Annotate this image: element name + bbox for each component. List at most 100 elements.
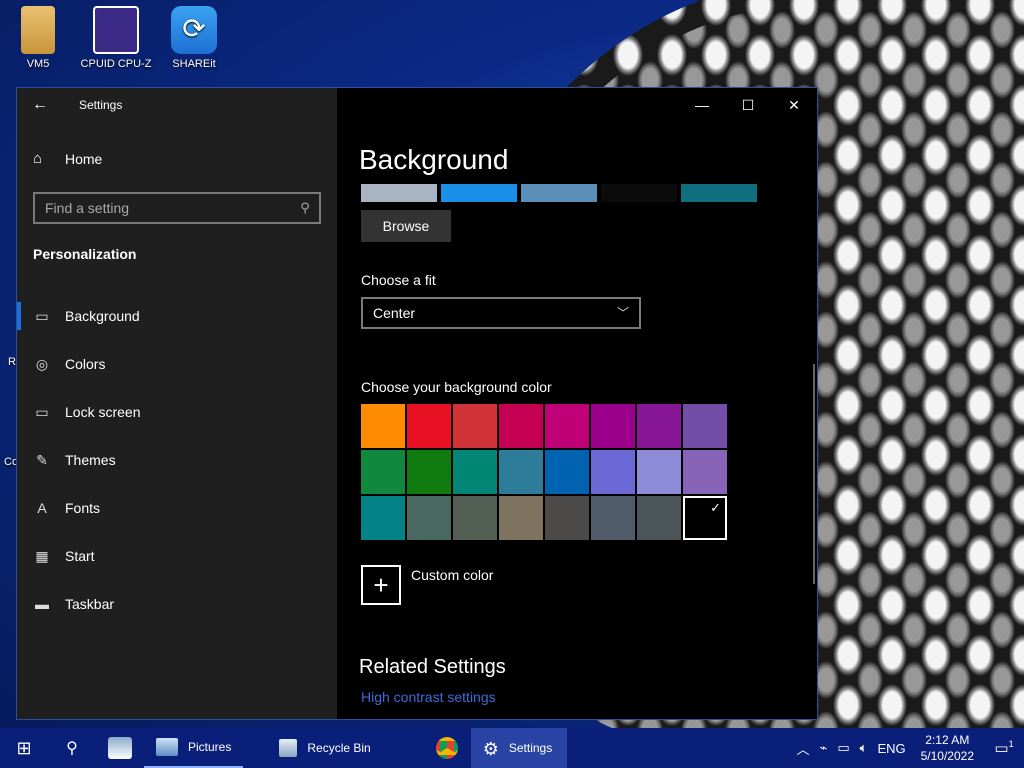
close-button[interactable]: ✕ [771, 88, 817, 122]
home-icon: ⌂ [33, 150, 43, 167]
color-swatch[interactable] [545, 450, 589, 494]
language-indicator[interactable]: ENG [872, 741, 910, 756]
scrollbar[interactable] [813, 364, 815, 584]
themes-icon: ✎ [36, 451, 48, 468]
color-swatch[interactable]: ✓ [683, 496, 727, 540]
color-swatch[interactable] [407, 404, 451, 448]
color-swatch[interactable] [545, 404, 589, 448]
sidebar-item-label: Taskbar [65, 596, 115, 612]
recent-image-thumbnail[interactable] [601, 184, 677, 202]
cpuz-icon [93, 6, 139, 54]
nav-home[interactable]: ⌂ Home [33, 150, 102, 167]
color-swatch[interactable] [591, 404, 635, 448]
fit-value: Center [373, 305, 416, 321]
shareit-icon [171, 6, 217, 54]
fit-dropdown[interactable]: Center ﹀ [361, 297, 641, 329]
notification-count: 1 [1008, 739, 1014, 749]
battery-icon[interactable]: ▭ [832, 740, 854, 756]
color-swatch[interactable] [453, 404, 497, 448]
taskbar-icon: ▬ [35, 596, 49, 612]
sidebar-item-colors[interactable]: ◎ Colors [17, 340, 337, 388]
page-title: Background [359, 144, 509, 175]
color-swatch[interactable] [637, 496, 681, 540]
desktop-icon-vm5[interactable]: VM5 [2, 6, 74, 70]
clock-date: 5/10/2022 [920, 749, 974, 763]
app-icon [108, 737, 132, 759]
taskbar-app-chrome[interactable] [423, 728, 471, 768]
color-swatch[interactable] [407, 450, 451, 494]
network-icon[interactable]: ⌁ [815, 740, 833, 756]
color-swatch[interactable] [407, 496, 451, 540]
color-swatch[interactable] [591, 496, 635, 540]
sidebar-item-label: Colors [65, 356, 106, 372]
chevron-down-icon: ﹀ [616, 306, 629, 320]
recent-image-thumbnail[interactable] [681, 184, 757, 202]
search-input[interactable] [35, 200, 291, 216]
color-swatch[interactable] [591, 450, 635, 494]
taskbar-pinned-app[interactable] [96, 728, 144, 768]
taskbar-app-settings[interactable]: ⚙ Settings [470, 728, 567, 768]
recent-image-thumbnail[interactable] [521, 184, 597, 202]
color-swatch[interactable] [545, 496, 589, 540]
fit-label: Choose a fit [361, 272, 436, 288]
color-swatch[interactable] [637, 450, 681, 494]
desktop-icon-cpuz[interactable]: CPUID CPU-Z [80, 6, 152, 70]
recent-image-thumbnail[interactable] [441, 184, 517, 202]
recent-image-thumbnail[interactable] [361, 184, 437, 202]
search-icon[interactable]: ⚲ [291, 200, 319, 216]
taskbar-app-pictures[interactable]: Pictures [144, 728, 244, 768]
taskbar-app-label: Pictures [188, 740, 232, 754]
color-swatch[interactable] [683, 404, 727, 448]
sidebar-item-start[interactable]: ▦ Start [17, 532, 337, 580]
color-swatch[interactable] [499, 450, 543, 494]
browse-button[interactable]: Browse [361, 210, 451, 242]
volume-icon[interactable]: 🔈︎ [855, 740, 873, 756]
color-swatch[interactable] [361, 404, 405, 448]
taskbar-search-button[interactable]: ⚲ [48, 728, 96, 768]
nav-home-label: Home [65, 150, 103, 167]
settings-content: — ☐ ✕ Background Browse Choose a fit Cen… [337, 88, 817, 719]
notification-center-button[interactable]: ▭1 [984, 739, 1024, 757]
arrow-left-icon: ← [32, 96, 48, 113]
system-tray: ︿ ⌁ ▭ 🔈︎ ENG 2:12 AM 5/10/2022 ▭1 [791, 728, 1024, 768]
clock[interactable]: 2:12 AM 5/10/2022 [911, 732, 984, 764]
gear-icon: ⚙ [482, 739, 499, 759]
recycle-bin-icon [279, 739, 298, 757]
sidebar-item-lock-screen[interactable]: ▭ Lock screen [17, 388, 337, 436]
color-swatch[interactable] [453, 450, 497, 494]
back-button[interactable]: ← [17, 88, 63, 122]
minimize-button[interactable]: — [679, 88, 725, 122]
search-icon: ⚲ [66, 740, 78, 757]
settings-window: ← Settings ⌂ Home ⚲ Personalization ▭ Bac… [16, 87, 818, 720]
chrome-icon [435, 737, 458, 759]
related-settings-title: Related Settings [359, 656, 506, 678]
start-button[interactable]: ⊞ [0, 728, 48, 768]
palette-icon: ◎ [35, 355, 49, 372]
color-swatch[interactable] [361, 450, 405, 494]
start-icon: ▦ [35, 547, 49, 564]
pictures-icon [156, 738, 178, 756]
color-swatch[interactable] [637, 404, 681, 448]
custom-color-button[interactable]: + Custom color [361, 565, 493, 605]
color-swatch[interactable] [499, 404, 543, 448]
color-swatch[interactable] [361, 496, 405, 540]
maximize-button[interactable]: ☐ [725, 88, 771, 122]
desktop-icon-label: VM5 [26, 58, 50, 70]
chevron-up-icon[interactable]: ︿ [791, 739, 814, 758]
color-swatch[interactable] [453, 496, 497, 540]
desktop-icon-label: CPUID CPU-Z [80, 58, 152, 70]
sidebar-item-taskbar[interactable]: ▬ Taskbar [17, 580, 337, 628]
taskbar: ⊞ ⚲ Pictures Recycle Bin ⚙ Settings ︿ ⌁ … [0, 728, 1024, 768]
sidebar-item-fonts[interactable]: A Fonts [17, 484, 337, 532]
desktop-icon-shareit[interactable]: SHAREit [158, 6, 230, 70]
sidebar-item-themes[interactable]: ✎ Themes [17, 436, 337, 484]
sidebar-item-background[interactable]: ▭ Background [17, 292, 337, 340]
taskbar-app-recycle-bin[interactable]: Recycle Bin [267, 728, 382, 768]
high-contrast-link[interactable]: High contrast settings [361, 689, 496, 705]
color-swatch[interactable] [683, 450, 727, 494]
background-color-label: Choose your background color [361, 379, 552, 395]
folder-user-icon [21, 6, 55, 54]
color-swatch[interactable] [499, 496, 543, 540]
color-palette: ✓ [361, 404, 727, 540]
sidebar-item-label: Background [65, 308, 140, 324]
